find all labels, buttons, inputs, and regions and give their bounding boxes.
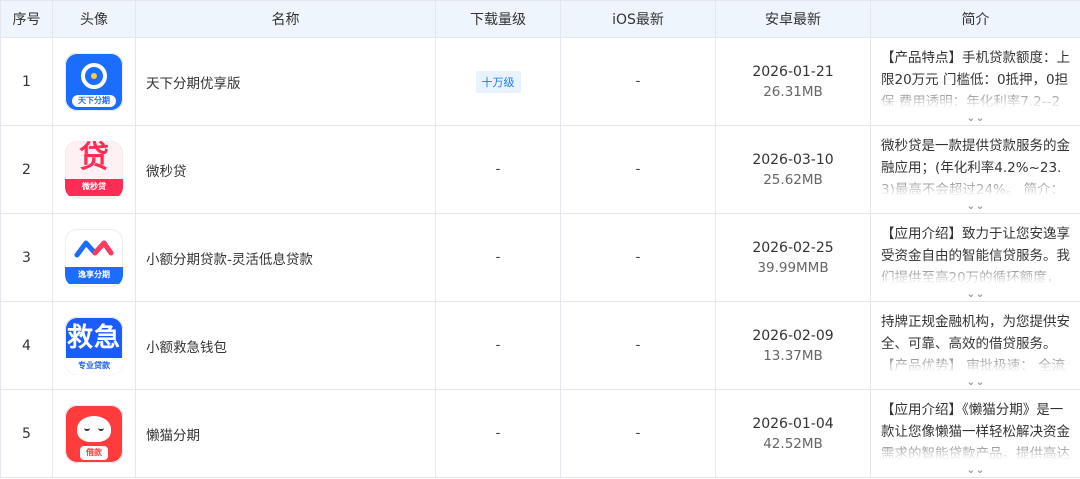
avatar-cell: 贷 微秒贷	[52, 125, 136, 214]
android-size: 39.99MMB	[757, 259, 829, 276]
header-ios: iOS最新	[560, 0, 716, 38]
table-row[interactable]: 2 贷 微秒贷 微秒贷 - - 2026-03-10 25.62MB 微秒贷是一…	[0, 125, 1080, 214]
row-index: 1	[0, 37, 53, 126]
ios-cell: -	[560, 37, 716, 126]
android-size: 26.31MB	[763, 83, 823, 100]
android-cell: 2026-01-04 42.52MB	[715, 389, 871, 478]
downloads-cell: -	[435, 213, 561, 302]
cat-face-icon	[77, 415, 111, 442]
android-cell: 2026-03-10 25.62MB	[715, 125, 871, 214]
app-logo-jiuji[interactable]: 救急 专业贷款	[65, 316, 123, 375]
downloads-cell: 十万级	[435, 37, 561, 126]
avatar-cell: 救急 专业贷款	[52, 301, 136, 390]
android-date: 2026-02-25	[752, 239, 834, 256]
intro-text: 【产品特点】手机贷款额度：上限20万元 门槛低：0抵押，0担保 费用透明：年化利…	[881, 50, 1070, 117]
ios-cell: -	[560, 125, 716, 214]
double-chevron-down-icon[interactable]: ⌄⌄	[872, 376, 1080, 387]
logo-caption: 借款	[80, 445, 108, 460]
logo-caption: 逸享分期	[65, 267, 123, 284]
table-row[interactable]: 4 救急 专业贷款 小额救急钱包 - - 2026-02-09 13.37MB …	[0, 301, 1080, 390]
avatar-cell: 天下分期	[52, 37, 136, 126]
row-index: 4	[0, 301, 53, 390]
downloads-cell: -	[435, 301, 561, 390]
table-header-row: 序号 头像 名称 下载量级 iOS最新 安卓最新 简介	[0, 0, 1080, 38]
header-android: 安卓最新	[715, 0, 871, 38]
header-name: 名称	[135, 0, 436, 38]
header-intro: 简介	[870, 0, 1080, 38]
intro-cell: 【产品特点】手机贷款额度：上限20万元 门槛低：0抵押，0担保 费用透明：年化利…	[870, 37, 1080, 126]
intro-cell: 持牌正规金融机构，为您提供安全、可靠、高效的借贷服务。 【产品优势】 审批极速：…	[870, 301, 1080, 390]
android-cell: 2026-02-09 13.37MB	[715, 301, 871, 390]
downloads-cell: -	[435, 125, 561, 214]
app-logo-weimiaodai[interactable]: 贷 微秒贷	[65, 140, 123, 199]
intro-text: 持牌正规金融机构，为您提供安全、可靠、高效的借贷服务。 【产品优势】 审批极速：…	[881, 314, 1070, 381]
android-size: 42.52MB	[763, 435, 823, 452]
double-chevron-down-icon[interactable]: ⌄⌄	[872, 464, 1080, 475]
row-index: 3	[0, 213, 53, 302]
row-index: 2	[0, 125, 53, 214]
intro-text: 微秒贷是一款提供贷款服务的金融应用；(年化利率4.2%~23.3)最高不会超过2…	[881, 138, 1070, 205]
android-date: 2026-03-10	[752, 151, 834, 168]
logo-caption: 天下分期	[72, 94, 116, 107]
ios-cell: -	[560, 389, 716, 478]
app-name[interactable]: 小额分期贷款-灵活低息贷款	[135, 213, 436, 302]
intro-cell: 【应用介绍】《懒猫分期》是一款让您像懒猫一样轻松解决资金需求的智能贷款产品。提供…	[870, 389, 1080, 478]
row-index: 5	[0, 389, 53, 478]
android-date: 2026-01-04	[752, 415, 834, 432]
zigzag-mark-icon	[74, 240, 114, 258]
header-index: 序号	[0, 0, 53, 38]
android-date: 2026-01-21	[752, 63, 834, 80]
app-logo-tianxia[interactable]: 天下分期	[65, 52, 123, 111]
app-logo-lanmao[interactable]: 借款	[65, 404, 123, 463]
android-date: 2026-02-09	[752, 327, 834, 344]
double-chevron-down-icon[interactable]: ⌄⌄	[872, 288, 1080, 299]
table-row[interactable]: 1 天下分期 天下分期优享版 十万级 - 2026-01-21 26.31MB …	[0, 37, 1080, 126]
app-logo-yixiang[interactable]: 逸享分期	[65, 228, 123, 287]
app-name[interactable]: 懒猫分期	[135, 389, 436, 478]
logo-caption: 专业贷款	[65, 357, 123, 375]
app-name[interactable]: 微秒贷	[135, 125, 436, 214]
coin-ring-icon	[81, 62, 107, 89]
intro-cell: 微秒贷是一款提供贷款服务的金融应用；(年化利率4.2%~23.3)最高不会超过2…	[870, 125, 1080, 214]
header-downloads: 下载量级	[435, 0, 561, 38]
logo-glyph: 贷	[79, 140, 109, 175]
double-chevron-down-icon[interactable]: ⌄⌄	[872, 112, 1080, 123]
header-avatar: 头像	[52, 0, 136, 38]
ios-cell: -	[560, 301, 716, 390]
logo-caption: 微秒贷	[65, 179, 123, 196]
android-cell: 2026-01-21 26.31MB	[715, 37, 871, 126]
android-size: 25.62MB	[763, 171, 823, 188]
logo-glyph: 救急	[66, 322, 121, 353]
app-table: 序号 头像 名称 下载量级 iOS最新 安卓最新 简介 1 天下分期 天下分期优…	[0, 0, 1080, 478]
app-name[interactable]: 天下分期优享版	[135, 37, 436, 126]
avatar-cell: 逸享分期	[52, 213, 136, 302]
android-cell: 2026-02-25 39.99MMB	[715, 213, 871, 302]
intro-cell: 【应用介绍】致力于让您安逸享受资金自由的智能信贷服务。我们提供至高20万的循环额…	[870, 213, 1080, 302]
intro-text: 【应用介绍】致力于让您安逸享受资金自由的智能信贷服务。我们提供至高20万的循环额…	[881, 226, 1072, 293]
intro-text: 【应用介绍】《懒猫分期》是一款让您像懒猫一样轻松解决资金需求的智能贷款产品。提供…	[881, 402, 1070, 469]
double-chevron-down-icon[interactable]: ⌄⌄	[872, 200, 1080, 211]
android-size: 13.37MB	[763, 347, 823, 364]
app-name[interactable]: 小额救急钱包	[135, 301, 436, 390]
downloads-badge: 十万级	[475, 70, 521, 93]
table-row[interactable]: 5 借款 懒猫分期 - - 2026-01-04 42.52MB 【应用介绍】《…	[0, 389, 1080, 478]
downloads-cell: -	[435, 389, 561, 478]
table-row[interactable]: 3 逸享分期 小额分期贷款-灵活低息贷款 - - 2026-02-25 39.9…	[0, 213, 1080, 302]
avatar-cell: 借款	[52, 389, 136, 478]
ios-cell: -	[560, 213, 716, 302]
